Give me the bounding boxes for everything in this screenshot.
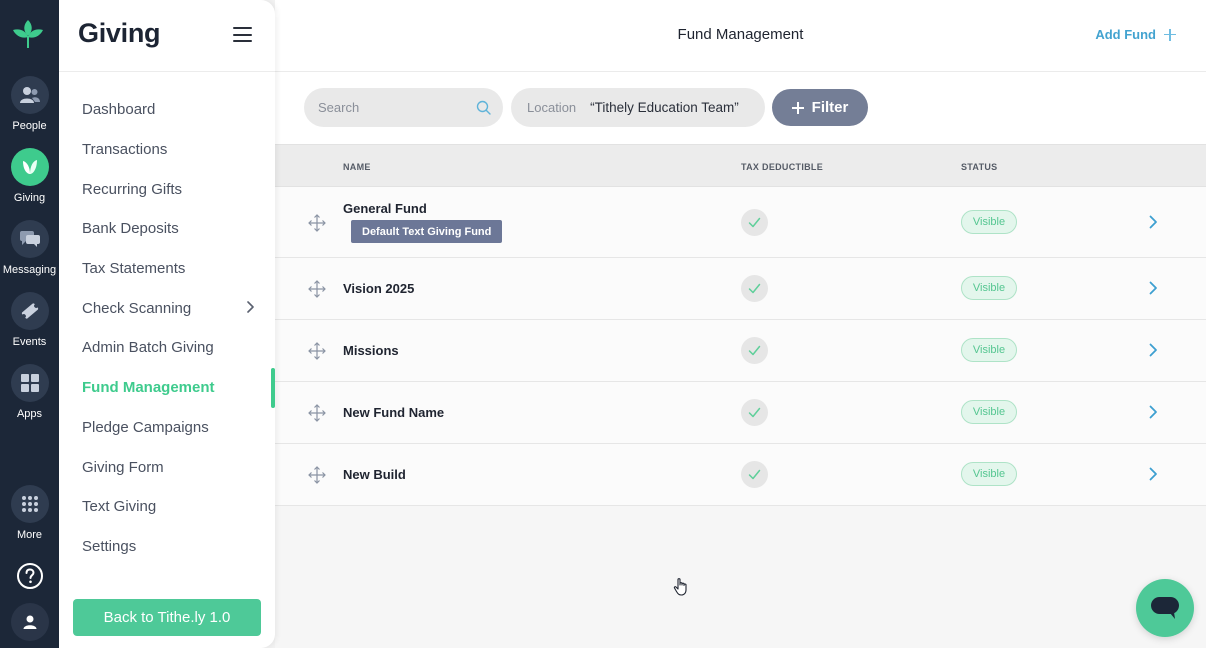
drag-handle-icon[interactable] bbox=[308, 466, 326, 484]
back-to-tithely-button[interactable]: Back to Tithe.ly 1.0 bbox=[73, 599, 261, 636]
rail-label: People bbox=[12, 120, 47, 132]
chat-bubbles-icon bbox=[10, 220, 49, 258]
grid-icon bbox=[10, 364, 49, 402]
rail-item-people[interactable]: People bbox=[0, 76, 59, 132]
drag-handle-icon[interactable] bbox=[308, 404, 326, 422]
sidebar-divider bbox=[59, 71, 275, 72]
ticket-icon bbox=[10, 292, 49, 330]
rail-item-messaging[interactable]: Messaging bbox=[0, 220, 59, 276]
page-title: Fund Management bbox=[677, 26, 804, 43]
check-icon bbox=[741, 461, 768, 488]
rail-item-more[interactable]: More bbox=[0, 485, 59, 541]
add-fund-label: Add Fund bbox=[1095, 27, 1156, 42]
column-header-tax-deductible[interactable]: TAX DEDUCTIBLE bbox=[741, 162, 823, 172]
sidebar-item-bank-deposits[interactable]: Bank Deposits bbox=[59, 209, 275, 249]
sidebar-item-settings[interactable]: Settings bbox=[59, 527, 275, 567]
top-bar: Fund Management Add Fund bbox=[275, 0, 1206, 72]
add-fund-button[interactable]: Add Fund bbox=[1095, 27, 1176, 42]
search-box[interactable] bbox=[304, 88, 503, 127]
check-icon bbox=[741, 399, 768, 426]
status-badge: Visible bbox=[961, 210, 1017, 234]
filter-button-label: Filter bbox=[811, 99, 849, 116]
help-icon bbox=[16, 563, 43, 589]
rail-item-giving[interactable]: Giving bbox=[0, 148, 59, 204]
table-row[interactable]: Vision 2025 Visible bbox=[275, 258, 1206, 320]
help-button[interactable] bbox=[0, 562, 59, 590]
rail-label: Apps bbox=[16, 408, 43, 420]
column-header-status[interactable]: STATUS bbox=[961, 162, 997, 172]
location-value: “Tithely Education Team” bbox=[590, 100, 739, 115]
fund-table: General Fund Default Text Giving Fund Vi… bbox=[275, 187, 1206, 506]
rail-label: Giving bbox=[13, 192, 46, 204]
location-label: Location bbox=[527, 100, 577, 115]
support-chat-button[interactable] bbox=[1136, 579, 1194, 637]
sidebar-item-giving-form[interactable]: Giving Form bbox=[59, 447, 275, 487]
chevron-right-icon[interactable] bbox=[1148, 467, 1158, 481]
table-row[interactable]: New Fund Name Visible bbox=[275, 382, 1206, 444]
sidebar-item-transactions[interactable]: Transactions bbox=[59, 130, 275, 170]
giving-sidebar: Giving Dashboard Transactions Recurring … bbox=[59, 0, 275, 648]
search-icon[interactable] bbox=[476, 100, 491, 115]
search-input[interactable] bbox=[318, 100, 468, 115]
rail-label: Messaging bbox=[2, 264, 57, 276]
column-header-name[interactable]: NAME bbox=[343, 162, 371, 172]
chevron-right-icon[interactable] bbox=[1148, 281, 1158, 295]
user-icon bbox=[10, 603, 49, 641]
rail-label: Events bbox=[12, 336, 47, 348]
dots-grid-icon bbox=[10, 485, 49, 523]
fund-name: New Build bbox=[343, 467, 406, 482]
drag-handle-icon[interactable] bbox=[308, 342, 326, 360]
status-badge: Visible bbox=[961, 462, 1017, 486]
sidebar-item-recurring-gifts[interactable]: Recurring Gifts bbox=[59, 169, 275, 209]
people-icon bbox=[10, 76, 49, 114]
filter-button[interactable]: Filter bbox=[772, 89, 868, 126]
tithely-logo-icon[interactable] bbox=[10, 16, 46, 52]
location-filter[interactable]: Location “Tithely Education Team” bbox=[511, 88, 765, 127]
drag-handle-icon[interactable] bbox=[308, 214, 326, 232]
default-fund-badge: Default Text Giving Fund bbox=[351, 220, 503, 243]
chevron-right-icon bbox=[247, 301, 254, 314]
fund-name: Vision 2025 bbox=[343, 281, 415, 296]
sidebar-item-check-scanning[interactable]: Check Scanning bbox=[59, 288, 275, 328]
fund-name: General Fund bbox=[343, 201, 427, 216]
chevron-right-icon[interactable] bbox=[1148, 343, 1158, 357]
sidebar-item-pledge-campaigns[interactable]: Pledge Campaigns bbox=[59, 408, 275, 448]
sidebar-item-admin-batch-giving[interactable]: Admin Batch Giving bbox=[59, 328, 275, 368]
account-button[interactable] bbox=[0, 603, 59, 641]
fund-name: New Fund Name bbox=[343, 405, 445, 420]
sidebar-item-fund-management[interactable]: Fund Management bbox=[59, 367, 275, 408]
status-badge: Visible bbox=[961, 276, 1017, 300]
sidebar-item-label: Check Scanning bbox=[82, 299, 192, 317]
sidebar-nav: Dashboard Transactions Recurring Gifts B… bbox=[59, 90, 275, 566]
table-header: NAME TAX DEDUCTIBLE STATUS bbox=[275, 144, 1206, 187]
status-badge: Visible bbox=[961, 400, 1017, 424]
rail-item-events[interactable]: Events bbox=[0, 292, 59, 348]
chat-icon bbox=[1151, 597, 1179, 619]
leaf-icon bbox=[10, 148, 49, 186]
hand-cursor-icon bbox=[673, 578, 687, 596]
rail-label: More bbox=[16, 529, 43, 541]
status-badge: Visible bbox=[961, 338, 1017, 362]
hamburger-menu-icon[interactable] bbox=[233, 27, 252, 42]
check-icon bbox=[741, 209, 768, 236]
table-row[interactable]: New Build Visible bbox=[275, 444, 1206, 506]
sidebar-item-dashboard[interactable]: Dashboard bbox=[59, 90, 275, 130]
plus-icon bbox=[1164, 28, 1176, 41]
check-icon bbox=[741, 337, 768, 364]
filter-bar: Location “Tithely Education Team” Filter bbox=[275, 72, 1206, 144]
rail-item-apps[interactable]: Apps bbox=[0, 364, 59, 420]
chevron-right-icon[interactable] bbox=[1148, 215, 1158, 229]
sidebar-item-text-giving[interactable]: Text Giving bbox=[59, 487, 275, 527]
sidebar-title: Giving bbox=[78, 18, 161, 48]
check-icon bbox=[741, 275, 768, 302]
table-row[interactable]: General Fund Default Text Giving Fund Vi… bbox=[275, 187, 1206, 258]
plus-icon bbox=[791, 101, 804, 114]
app-rail: People Giving Messaging Events Apps More bbox=[0, 0, 59, 648]
main-content: Fund Management Add Fund Location “Tithe… bbox=[275, 0, 1206, 648]
fund-name: Missions bbox=[343, 343, 399, 358]
table-row[interactable]: Missions Visible bbox=[275, 320, 1206, 382]
sidebar-item-tax-statements[interactable]: Tax Statements bbox=[59, 249, 275, 289]
chevron-right-icon[interactable] bbox=[1148, 405, 1158, 419]
drag-handle-icon[interactable] bbox=[308, 280, 326, 298]
